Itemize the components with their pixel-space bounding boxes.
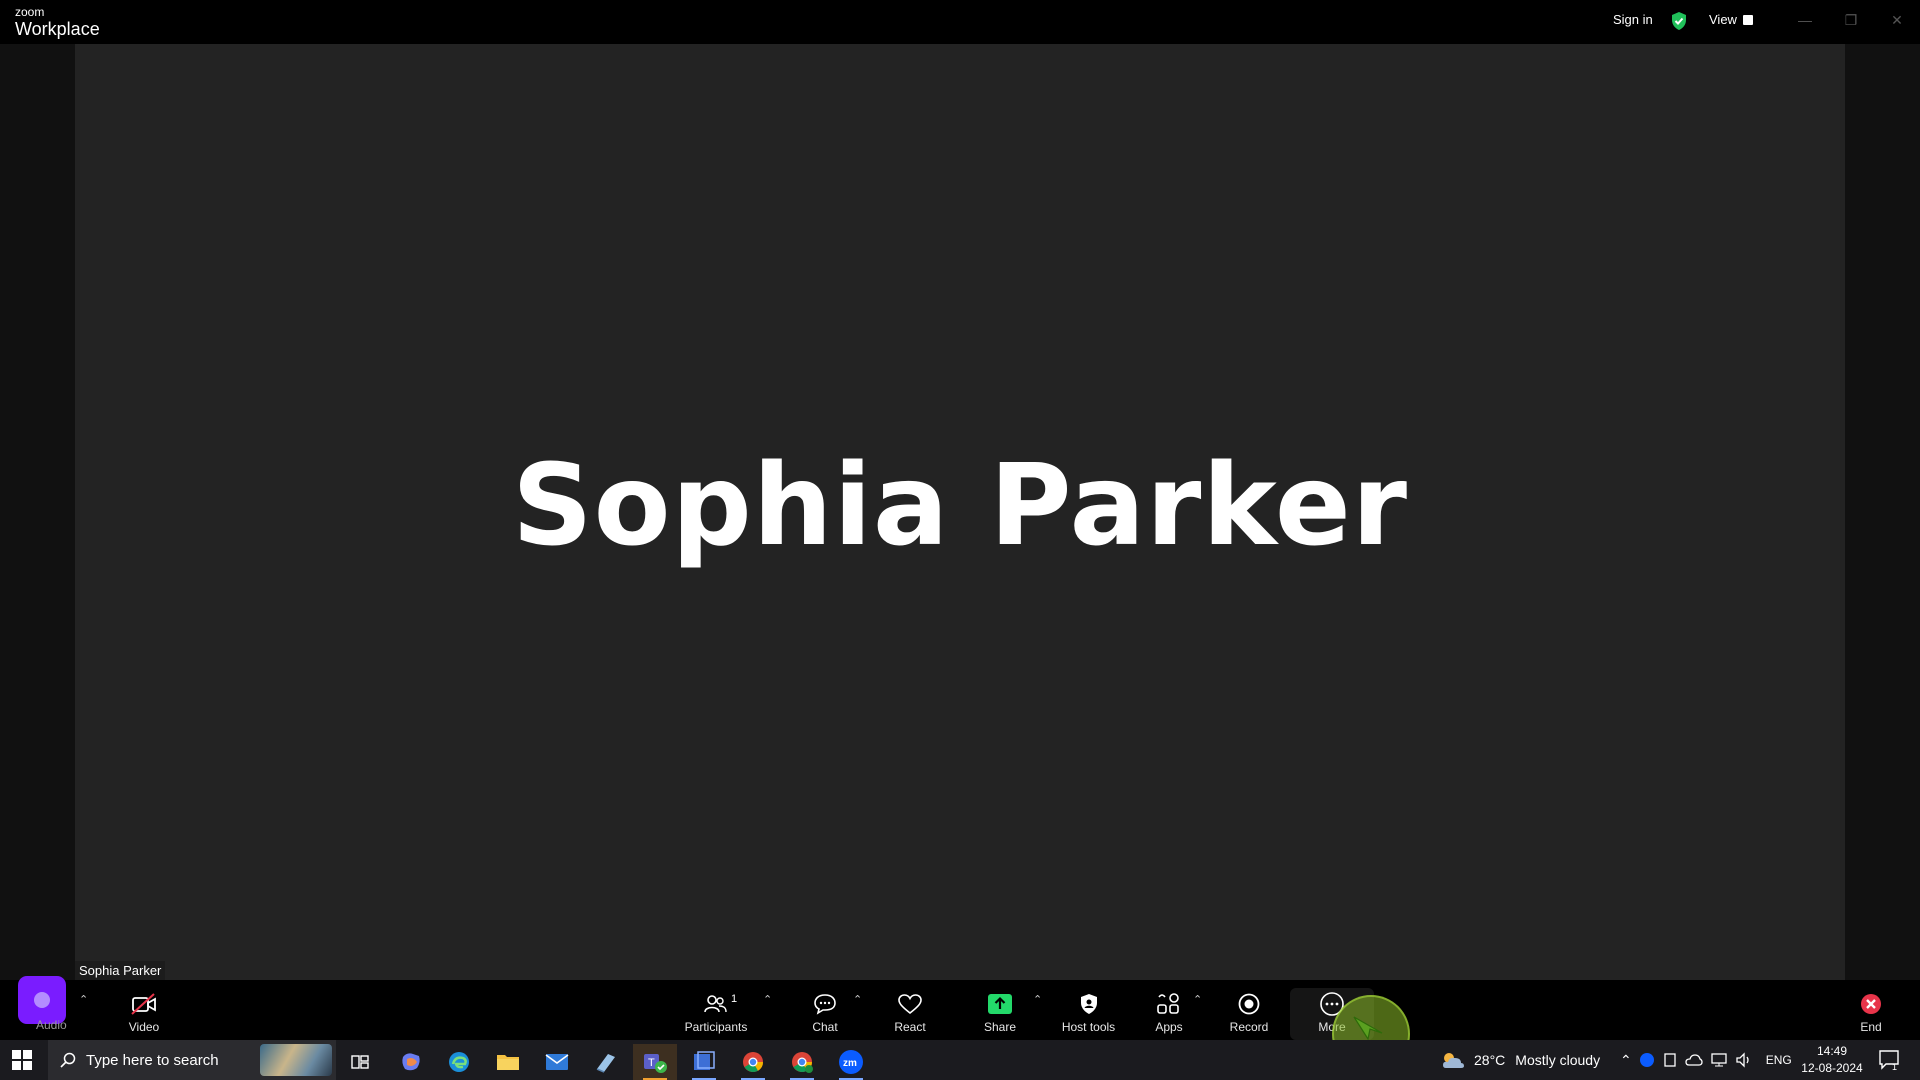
meet-now-icon[interactable] bbox=[1662, 1052, 1678, 1068]
task-view-icon[interactable] bbox=[338, 1044, 382, 1080]
encryption-shield-icon[interactable] bbox=[1670, 11, 1688, 31]
apps-label: Apps bbox=[1155, 1020, 1183, 1034]
record-button[interactable]: Record bbox=[1228, 982, 1270, 1038]
grid-icon bbox=[1742, 14, 1753, 25]
end-label: End bbox=[1860, 1020, 1882, 1034]
brand-big: Workplace bbox=[15, 19, 100, 39]
system-tray: ⌃ ENG bbox=[1620, 1040, 1792, 1080]
notes-icon[interactable] bbox=[584, 1044, 628, 1080]
record-label: Record bbox=[1229, 1020, 1269, 1034]
host-shield-icon bbox=[1073, 990, 1105, 1018]
onedrive-cloud-icon[interactable] bbox=[1685, 1053, 1703, 1067]
weather-description: Mostly cloudy bbox=[1515, 1052, 1601, 1068]
network-icon[interactable] bbox=[1710, 1052, 1728, 1068]
react-label: React bbox=[894, 1020, 926, 1034]
input-language[interactable]: ENG bbox=[1766, 1053, 1792, 1067]
participant-display-name: Sophia Parker bbox=[511, 441, 1409, 571]
audio-label: Audio bbox=[36, 1018, 67, 1032]
clock-date: 12-08-2024 bbox=[1801, 1061, 1863, 1075]
video-label: Video bbox=[128, 1020, 160, 1034]
mail-icon[interactable] bbox=[535, 1044, 579, 1080]
search-highlight-image bbox=[260, 1044, 332, 1076]
sign-in-button[interactable]: Sign in bbox=[1613, 12, 1653, 27]
clock-time: 14:49 bbox=[1816, 1044, 1848, 1058]
search-placeholder: Type here to search bbox=[86, 1051, 219, 1069]
search-icon bbox=[60, 1052, 76, 1068]
zoom-icon[interactable]: zm bbox=[829, 1044, 873, 1080]
participants-icon bbox=[700, 990, 732, 1018]
weather-widget[interactable]: 28°C Mostly cloudy bbox=[1440, 1040, 1600, 1080]
share-label: Share bbox=[983, 1020, 1017, 1034]
meeting-toolbar bbox=[0, 980, 1920, 1040]
chat-options-caret-icon[interactable]: ⌃ bbox=[853, 993, 862, 1006]
participants-options-caret-icon[interactable]: ⌃ bbox=[763, 993, 772, 1006]
show-hidden-icons-chevron-icon[interactable]: ⌃ bbox=[1620, 1052, 1632, 1069]
maximize-button[interactable]: ❐ bbox=[1836, 8, 1866, 32]
svg-text:zm: zm bbox=[843, 1058, 857, 1069]
chrome-profile-icon[interactable] bbox=[780, 1044, 824, 1080]
volume-icon[interactable] bbox=[1735, 1052, 1753, 1068]
share-options-caret-icon[interactable]: ⌃ bbox=[1033, 993, 1042, 1006]
notification-center-button[interactable]: 1 bbox=[1878, 1040, 1902, 1080]
edge-icon[interactable] bbox=[437, 1044, 481, 1080]
zoom-tray-icon[interactable] bbox=[1639, 1052, 1655, 1068]
view-button[interactable]: View bbox=[1709, 12, 1753, 27]
audio-avatar-icon bbox=[34, 992, 50, 1008]
windows-taskbar: Type here to search T zm 28°C Mostly clo… bbox=[0, 1040, 1920, 1080]
svg-text:T: T bbox=[648, 1057, 655, 1069]
participant-name-tag: Sophia Parker bbox=[75, 961, 166, 980]
minimize-button[interactable]: — bbox=[1790, 8, 1820, 32]
close-window-button[interactable]: ✕ bbox=[1882, 8, 1912, 32]
brand-small: zoom bbox=[15, 5, 45, 19]
host-tools-button[interactable]: Host tools bbox=[1055, 982, 1122, 1038]
audio-button[interactable] bbox=[18, 976, 66, 1024]
audio-options-caret-icon[interactable]: ⌃ bbox=[79, 993, 88, 1006]
chat-label: Chat bbox=[812, 1020, 838, 1034]
participant-video-tile[interactable]: Sophia Parker bbox=[75, 44, 1845, 980]
end-meeting-button[interactable]: End bbox=[1851, 982, 1891, 1038]
weather-temperature: 28°C bbox=[1474, 1052, 1506, 1068]
mouse-cursor-icon bbox=[1353, 1016, 1383, 1041]
notification-icon bbox=[1879, 1050, 1899, 1070]
slides-icon[interactable] bbox=[682, 1044, 726, 1080]
file-explorer-icon[interactable] bbox=[486, 1044, 530, 1080]
heart-icon bbox=[894, 990, 926, 1018]
copilot-icon[interactable] bbox=[389, 1044, 433, 1080]
participants-button[interactable]: Participants bbox=[680, 982, 752, 1038]
view-label: View bbox=[1709, 12, 1737, 27]
record-icon bbox=[1233, 990, 1265, 1018]
chat-icon bbox=[809, 990, 841, 1018]
host-tools-label: Host tools bbox=[1061, 1020, 1116, 1034]
share-screen-icon bbox=[984, 990, 1016, 1018]
teams-icon[interactable]: T bbox=[633, 1044, 677, 1080]
share-button[interactable]: Share bbox=[980, 982, 1020, 1038]
notification-count: 1 bbox=[1892, 1062, 1898, 1072]
video-off-icon bbox=[128, 990, 160, 1018]
title-bar: zoom Workplace Sign in View — ❐ ✕ bbox=[0, 0, 1920, 44]
chat-button[interactable]: Chat bbox=[805, 982, 845, 1038]
chrome-icon[interactable] bbox=[731, 1044, 775, 1080]
zoom-workplace-logo: zoom Workplace bbox=[15, 6, 100, 38]
video-button[interactable]: Video bbox=[124, 982, 164, 1038]
cloudy-weather-icon bbox=[1443, 1053, 1464, 1068]
apps-options-caret-icon[interactable]: ⌃ bbox=[1193, 993, 1202, 1006]
taskbar-clock[interactable]: 14:49 12-08-2024 bbox=[1800, 1043, 1864, 1077]
taskbar-search-box[interactable]: Type here to search bbox=[48, 1040, 336, 1080]
participants-label: Participants bbox=[684, 1020, 748, 1034]
participants-count: 1 bbox=[731, 993, 738, 1005]
windows-start-icon[interactable] bbox=[12, 1050, 32, 1070]
apps-icon bbox=[1153, 990, 1185, 1018]
apps-button[interactable]: Apps bbox=[1149, 982, 1189, 1038]
end-icon bbox=[1855, 990, 1887, 1018]
react-button[interactable]: React bbox=[890, 982, 930, 1038]
